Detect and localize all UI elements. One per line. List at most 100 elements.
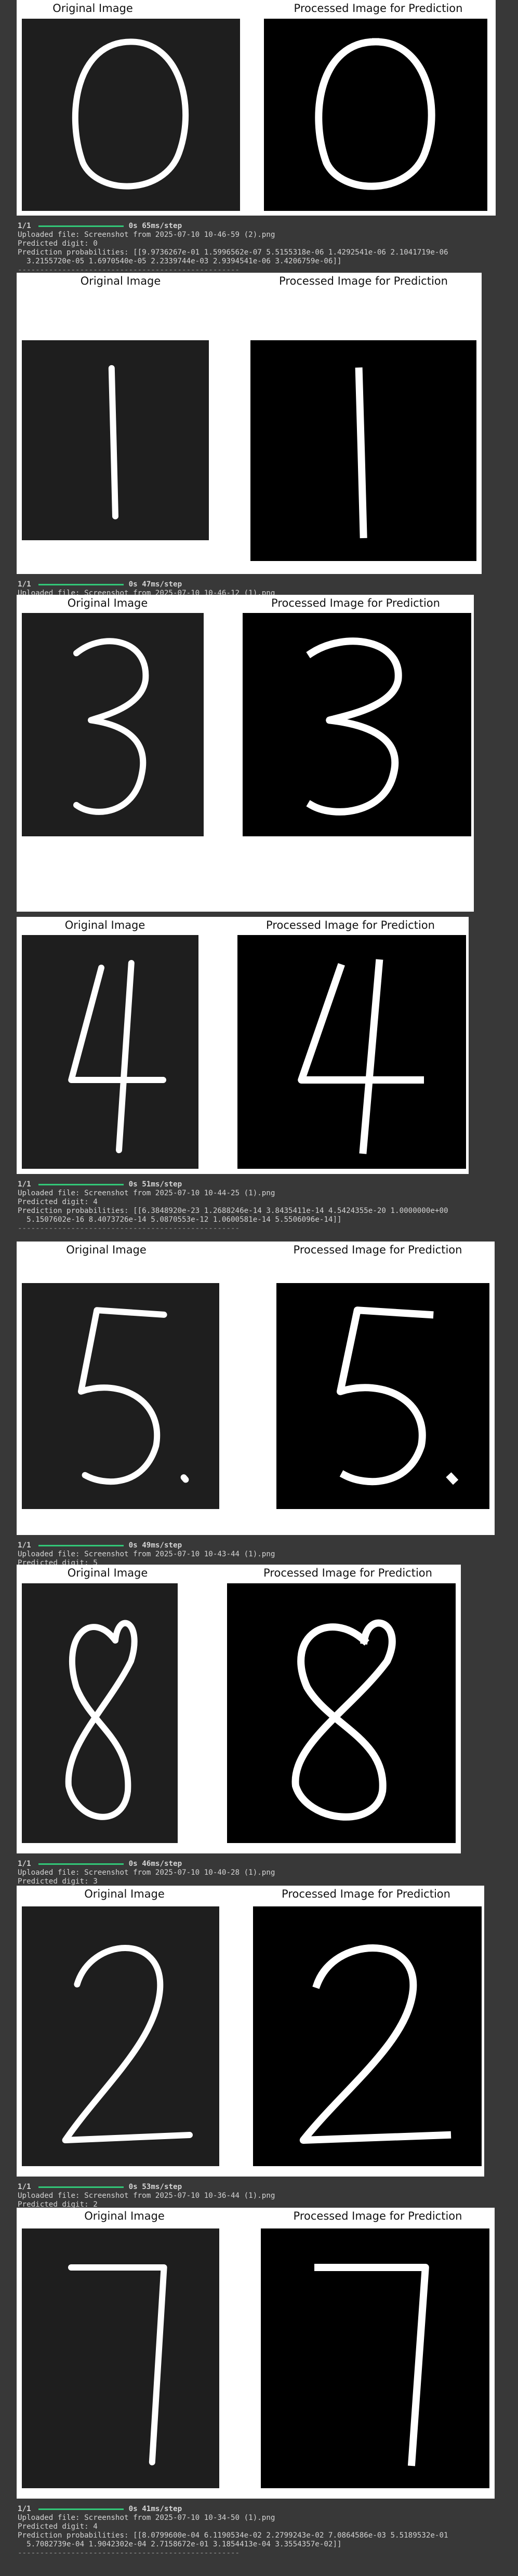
processed-image <box>227 1583 456 1843</box>
separator-line: ----------------------------------------… <box>18 2549 240 2557</box>
digit-path <box>311 641 399 812</box>
handwritten-digit-stroke <box>264 19 487 211</box>
uploaded-file-line: Uploaded file: Screenshot from 2025-07-1… <box>18 2514 275 2522</box>
handwritten-digit-stroke <box>22 19 240 211</box>
handwritten-digit-stroke <box>227 1583 456 1843</box>
progress-line: 1/1 0s 47ms/step <box>18 580 511 589</box>
progress-step: 1/1 <box>18 1541 31 1550</box>
digit-path <box>318 2267 426 2462</box>
progress-time: 0s 65ms/step <box>128 222 182 230</box>
processed-image-title: Processed Image for Prediction <box>294 2 463 15</box>
original-image-title: Original Image <box>84 2210 165 2222</box>
uploaded-file-line: Uploaded file: Screenshot from 2025-07-1… <box>18 2192 275 2200</box>
processed-image-title: Processed Image for Prediction <box>271 597 440 609</box>
processed-image-title: Processed Image for Prediction <box>293 1244 462 1256</box>
result-figure: Original Image Processed Image for Predic… <box>17 273 482 574</box>
digit-path <box>296 1623 392 1817</box>
progress-bar <box>38 1863 124 1865</box>
original-image <box>22 19 240 211</box>
result-figure: Original Image Processed Image for Predic… <box>17 595 474 912</box>
progress-time: 0s 49ms/step <box>128 1541 182 1550</box>
handwritten-digit-stroke <box>22 1906 219 2166</box>
predicted-digit-line: Predicted digit: 0 <box>18 239 98 248</box>
progress-line: 1/1 0s 41ms/step <box>18 2505 511 2514</box>
output-cell: Original Image Processed Image for Predic… <box>0 917 518 1242</box>
uploaded-file-line: Uploaded file: Screenshot from 2025-07-1… <box>18 1550 275 1558</box>
uploaded-file-line: Uploaded file: Screenshot from 2025-07-1… <box>18 1189 275 1197</box>
progress-line: 1/1 0s 65ms/step <box>18 222 511 231</box>
handwritten-digit-stroke <box>22 613 204 836</box>
processed-image-title: Processed Image for Prediction <box>266 919 435 931</box>
processed-image-title: Processed Image for Prediction <box>293 2210 462 2222</box>
handwritten-digit-stroke <box>237 935 466 1169</box>
processed-image <box>264 19 487 211</box>
progress-step: 1/1 <box>18 2183 31 2191</box>
progress-time: 0s 51ms/step <box>128 1180 182 1189</box>
probabilities-line: Prediction probabilities: [[9.9736267e-0… <box>18 248 448 257</box>
digit-path <box>81 1310 185 1481</box>
probabilities-line: Prediction probabilities: [[6.3848920e-2… <box>18 1207 448 1215</box>
digit-path <box>359 371 364 535</box>
output-cell: Original Image Processed Image for Predic… <box>0 1242 518 1594</box>
prediction-log: 1/1 0s 65ms/step Uploaded file: Screenshot… <box>18 222 511 275</box>
processed-image <box>243 613 471 836</box>
digit-path <box>75 42 185 186</box>
progress-bar <box>38 2508 124 2510</box>
original-image <box>22 1583 178 1843</box>
output-cell: Original Image Processed Image for Predic… <box>0 1886 518 2235</box>
processed-image <box>237 935 466 1169</box>
output-cell: Original Image Processed Image for Predic… <box>0 0 518 275</box>
handwritten-digit-stroke <box>22 1583 178 1843</box>
progress-bar <box>38 1545 124 1546</box>
processed-image <box>253 1906 482 2166</box>
progress-step: 1/1 <box>18 1180 31 1189</box>
original-image <box>22 2228 219 2488</box>
original-image <box>22 1283 219 1509</box>
progress-bar <box>38 2186 124 2188</box>
result-figure: Original Image Processed Image for Predic… <box>17 2208 495 2499</box>
progress-bar <box>38 225 124 227</box>
progress-step: 1/1 <box>18 1860 31 1868</box>
output-cell: Original Image Processed Image for Predic… <box>0 273 518 633</box>
processed-image <box>250 340 476 561</box>
output-cell: Original Image Processed Image for Predic… <box>0 2208 518 2576</box>
handwritten-digit-stroke <box>243 613 471 836</box>
progress-bar <box>38 584 124 585</box>
original-image-title: Original Image <box>67 597 148 609</box>
original-image-title: Original Image <box>67 1567 148 1579</box>
handwritten-digit-stroke <box>22 340 209 540</box>
result-figure: Original Image Processed Image for Predic… <box>17 917 469 1174</box>
processed-image <box>276 1283 489 1509</box>
digit-path <box>76 641 145 812</box>
original-image <box>22 613 204 836</box>
handwritten-digit-stroke <box>250 340 476 561</box>
original-image-title: Original Image <box>80 275 161 287</box>
uploaded-file-line: Uploaded file: Screenshot from 2025-07-1… <box>18 231 275 239</box>
digit-path <box>65 1948 190 2140</box>
result-figure: Original Image Processed Image for Predic… <box>17 1886 484 2177</box>
processed-image-title: Processed Image for Prediction <box>279 275 448 287</box>
predicted-digit-line: Predicted digit: 4 <box>18 1198 98 1206</box>
original-image <box>22 1906 219 2166</box>
progress-time: 0s 53ms/step <box>128 2183 182 2191</box>
handwritten-digit-stroke <box>261 2228 489 2488</box>
output-cell: Original Image Processed Image for Predic… <box>0 1565 518 1912</box>
original-image-title: Original Image <box>64 919 145 931</box>
probabilities-line-continued: 5.7082739e-04 1.9042302e-04 2.7158672e-0… <box>18 2540 342 2548</box>
digit-path <box>112 368 115 516</box>
digit-path <box>71 2267 164 2462</box>
progress-step: 1/1 <box>18 2505 31 2513</box>
processed-image <box>261 2228 489 2488</box>
progress-time: 0s 47ms/step <box>128 580 182 589</box>
digit-path <box>318 42 431 186</box>
prediction-log: 1/1 0s 51ms/step Uploaded file: Screenshot… <box>18 1180 511 1233</box>
probabilities-line-continued: 3.2155720e-05 1.6970540e-05 2.2339744e-0… <box>18 257 342 265</box>
handwritten-digit-stroke <box>22 2228 219 2488</box>
result-figure: Original Image Processed Image for Predic… <box>17 1565 461 1853</box>
result-figure: Original Image Processed Image for Predic… <box>17 1242 495 1535</box>
digit-path <box>303 1948 447 2140</box>
probabilities-line-continued: 5.1507602e-16 8.4073726e-14 5.0870553e-1… <box>18 1216 342 1224</box>
digit-path <box>301 963 420 1150</box>
uploaded-file-line: Uploaded file: Screenshot from 2025-07-1… <box>18 1868 275 1877</box>
separator-line: ----------------------------------------… <box>18 1224 240 1233</box>
